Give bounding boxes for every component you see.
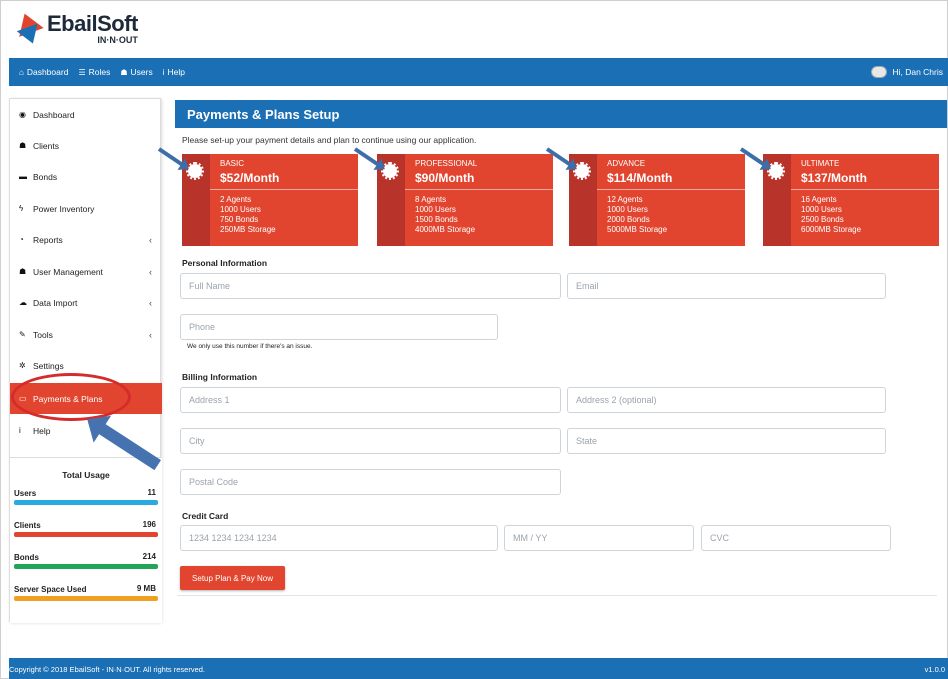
card-cvc-field[interactable] (701, 525, 891, 551)
full-name-field[interactable] (180, 273, 561, 299)
app-window: EbailSoft IN·N·OUT ⌂ Dashboard ☰ Roles ☗ Us… (0, 0, 948, 679)
sidebar-item-tools[interactable]: ✎ Tools ‹ (10, 319, 162, 350)
top-navbar: ⌂ Dashboard ☰ Roles ☗ Users i Help Hi, Dan C… (9, 58, 948, 86)
city-input[interactable] (181, 429, 560, 453)
phone-input[interactable] (181, 315, 497, 339)
divider (177, 595, 937, 596)
brand-name: EbailSoft (47, 11, 138, 36)
sidebar-item-data-import[interactable]: ☁ Data Import ‹ (10, 287, 162, 318)
nav-users[interactable]: ☗ Users (120, 67, 152, 77)
page-title: Payments & Plans Setup (175, 100, 947, 128)
brand-logo[interactable]: EbailSoft IN·N·OUT (12, 9, 138, 49)
logo-icon (12, 9, 44, 48)
state-input[interactable] (568, 429, 885, 453)
copyright-text: Copyright © 2018 EbailSoft - IN·N·OUT. A… (9, 664, 206, 674)
state-field[interactable] (567, 428, 886, 454)
wrench-icon: ✎ (19, 330, 26, 339)
section-card-title: Credit Card (182, 511, 229, 521)
usage-bar (14, 596, 158, 601)
avatar (871, 66, 888, 78)
usage-bar (14, 532, 158, 537)
usage-row-bonds: Bonds 214 (14, 552, 158, 569)
nav-roles[interactable]: ☰ Roles (78, 67, 110, 77)
sidebar-item-clients[interactable]: ☗ Clients (10, 130, 162, 161)
address2-field[interactable] (567, 387, 886, 413)
chevron-left-icon: ‹ (149, 297, 152, 308)
sidebar-item-settings[interactable]: ✲ Settings (10, 350, 162, 381)
chevron-left-icon: ‹ (149, 266, 152, 277)
nav-dashboard[interactable]: ⌂ Dashboard (19, 67, 68, 77)
setup-plan-pay-button[interactable]: Setup Plan & Pay Now (180, 566, 285, 590)
usage-row-clients: Clients 196 (14, 520, 158, 537)
usage-row-server-space: Server Space Used 9 MB (14, 584, 158, 601)
chart-icon: ◔ (19, 235, 24, 244)
chevron-left-icon: ‹ (149, 329, 152, 340)
sidebar-item-user-management[interactable]: ☗ User Management ‹ (10, 256, 162, 287)
info-icon: i (19, 426, 21, 435)
postal-code-input[interactable] (181, 470, 560, 494)
plan-card-advance[interactable]: ADVANCE $114/Month 12 Agents 1000 Users … (569, 154, 745, 246)
credit-card-icon: ▭ (19, 394, 27, 403)
card-number-input[interactable] (181, 526, 497, 550)
usage-bar (14, 500, 158, 505)
address1-input[interactable] (181, 388, 560, 412)
info-icon: i (162, 67, 165, 77)
footer: Copyright © 2018 EbailSoft - IN·N·OUT. A… (9, 658, 948, 679)
users-icon: ☗ (120, 67, 128, 77)
email-field[interactable] (567, 273, 886, 299)
address1-field[interactable] (180, 387, 561, 413)
postal-code-field[interactable] (180, 469, 561, 495)
gear-icon: ✲ (19, 361, 26, 370)
section-billing-title: Billing Information (182, 372, 258, 382)
user-greeting: Hi, Dan Chris (892, 67, 943, 77)
email-input[interactable] (568, 274, 885, 298)
bolt-icon: ϟ (19, 204, 24, 213)
brand-tagline: IN·N·OUT (97, 35, 138, 45)
home-icon: ⌂ (19, 67, 24, 77)
sidebar-item-payments-plans[interactable]: ▭ Payments & Plans (10, 383, 162, 414)
card-expiry-field[interactable] (504, 525, 694, 551)
address2-input[interactable] (568, 388, 885, 412)
card-expiry-input[interactable] (505, 526, 693, 550)
sidebar-item-bonds[interactable]: ▬ Bonds (10, 161, 162, 192)
plan-card-basic[interactable]: BASIC $52/Month 2 Agents 1000 Users 750 … (182, 154, 358, 246)
list-icon: ☰ (78, 67, 86, 77)
chevron-left-icon: ‹ (149, 234, 152, 245)
usage-title: Total Usage (62, 470, 110, 480)
version-text: v1.0.0 (924, 664, 945, 674)
city-field[interactable] (180, 428, 561, 454)
usage-bar (14, 564, 158, 569)
sidebar-item-power-inventory[interactable]: ϟ Power Inventory (10, 193, 162, 224)
phone-field[interactable] (180, 314, 498, 340)
card-cvc-input[interactable] (702, 526, 890, 550)
plan-card-ultimate[interactable]: ULTIMATE $137/Month 16 Agents 1000 Users… (763, 154, 939, 246)
folder-icon: ▬ (19, 172, 27, 181)
section-personal-title: Personal Information (182, 258, 268, 268)
full-name-input[interactable] (181, 274, 560, 298)
intro-text: Please set-up your payment details and p… (182, 135, 477, 145)
nav-help[interactable]: i Help (163, 67, 185, 77)
users-icon: ☗ (19, 267, 27, 276)
phone-hint: We only use this number if there's an is… (187, 343, 313, 350)
sidebar-item-dashboard[interactable]: ◉ Dashboard (10, 99, 162, 130)
cloud-upload-icon: ☁ (19, 298, 27, 307)
card-number-field[interactable] (180, 525, 498, 551)
sidebar: ◉ Dashboard ☗ Clients ▬ Bonds ϟ Power Invent… (9, 98, 162, 623)
sidebar-item-reports[interactable]: ◔ Reports ‹ (10, 224, 162, 255)
users-icon: ☗ (19, 141, 27, 150)
user-menu[interactable]: Hi, Dan Chris (871, 58, 943, 86)
usage-panel: Total Usage Users 11 Clients 196 Bonds 2… (10, 457, 162, 623)
dashboard-icon: ◉ (19, 110, 26, 119)
plan-card-professional[interactable]: PROFESSIONAL $90/Month 8 Agents 1000 Use… (377, 154, 553, 246)
usage-row-users: Users 11 (14, 488, 158, 505)
